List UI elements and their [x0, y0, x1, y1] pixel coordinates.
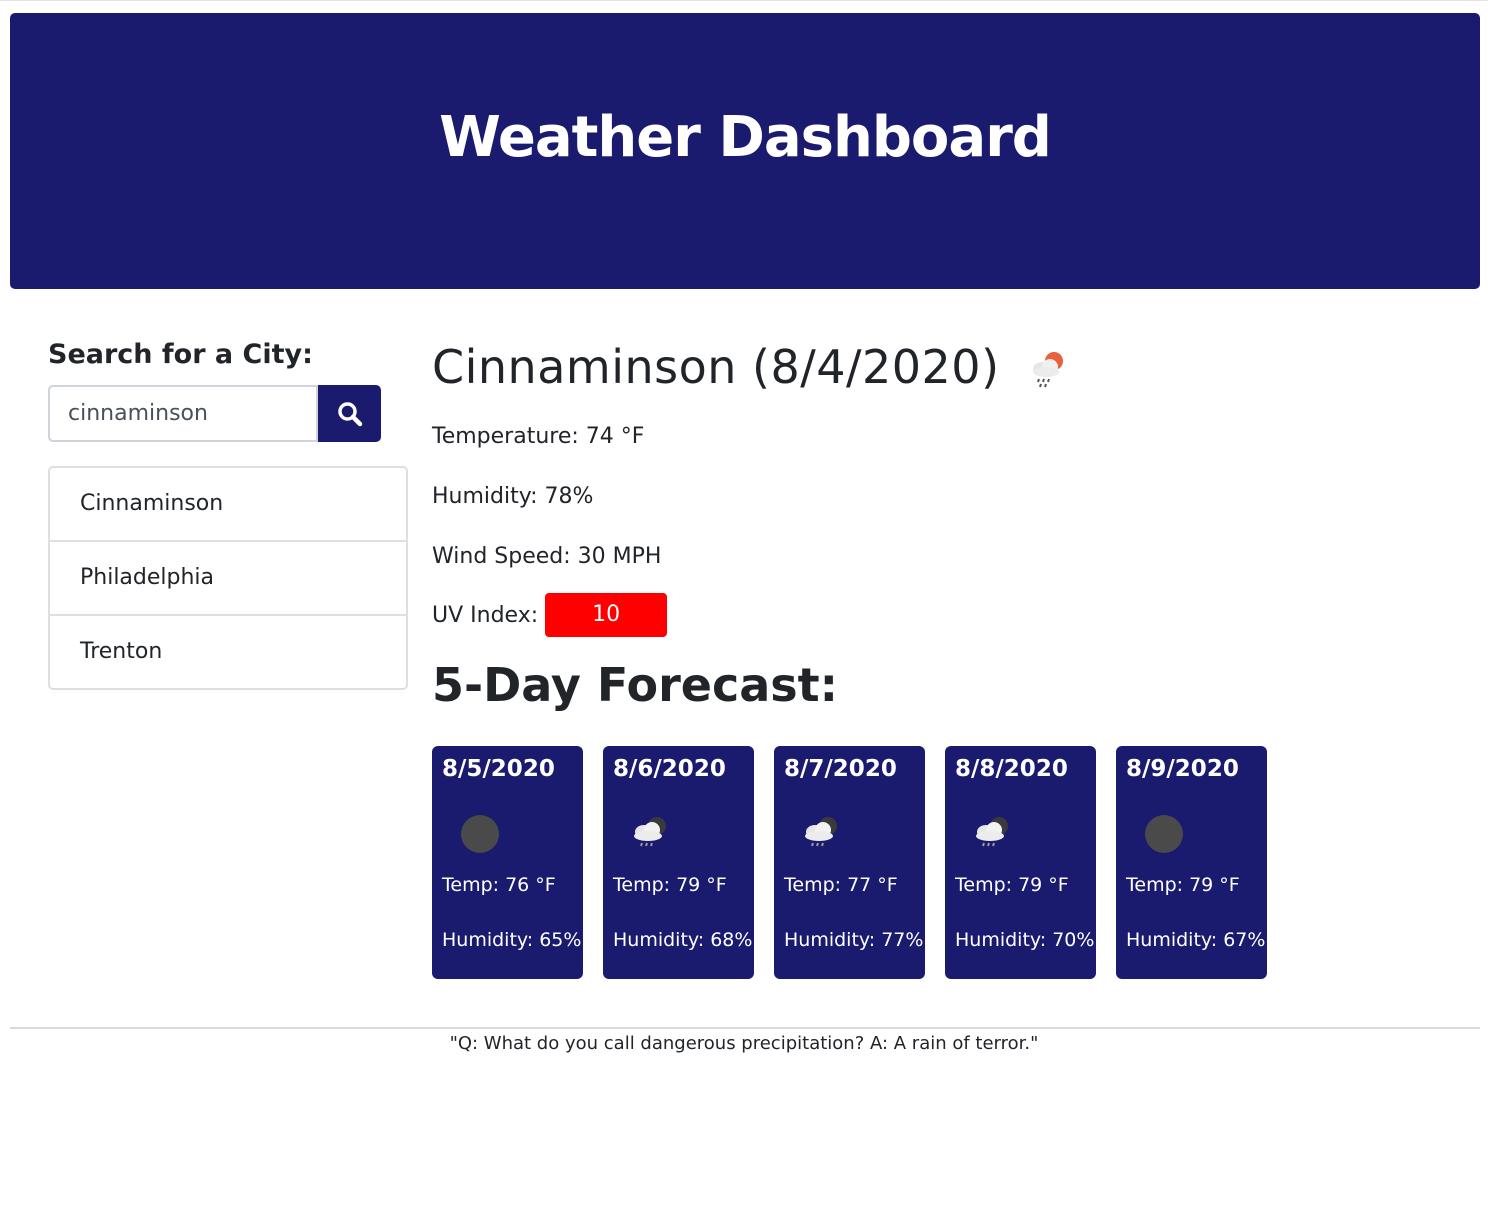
- rain-cloud-moon-icon: [967, 808, 1019, 864]
- forecast-temp: Temp: 79 °F: [1126, 874, 1240, 896]
- city-title: Cinnaminson (8/4/2020): [432, 340, 1000, 394]
- current-wind-speed: Wind Speed: 30 MPH: [432, 544, 662, 569]
- forecast-date: 8/8/2020: [955, 756, 1068, 782]
- search-label: Search for a City:: [48, 339, 313, 370]
- forecast-card: 8/8/2020 Temp: 79 °F Humidity: 70%: [945, 746, 1096, 979]
- uv-index-badge: 10: [545, 593, 668, 637]
- current-humidity: Humidity: 78%: [432, 484, 594, 509]
- search-button[interactable]: [318, 385, 381, 442]
- forecast-humidity: Humidity: 68%: [613, 929, 753, 951]
- forecast-humidity: Humidity: 70%: [955, 929, 1095, 951]
- forecast-card: 8/9/2020 Temp: 79 °F Humidity: 67%: [1116, 746, 1267, 979]
- forecast-humidity: Humidity: 77%: [784, 929, 924, 951]
- forecast-card: 8/6/2020 Temp: 79 °F Humidity: 68%: [603, 746, 754, 979]
- history-item-philadelphia[interactable]: Philadelphia: [50, 542, 406, 616]
- forecast-temp: Temp: 79 °F: [613, 874, 727, 896]
- forecast-date: 8/5/2020: [442, 756, 555, 782]
- city-heading-row: Cinnaminson (8/4/2020): [432, 340, 1072, 394]
- top-divider: [0, 0, 1488, 1]
- footer-quote: "Q: What do you call dangerous precipita…: [449, 1033, 1039, 1054]
- forecast-card: 8/5/2020 Temp: 76 °F Humidity: 65%: [432, 746, 583, 979]
- rain-cloud-moon-icon: [625, 808, 677, 864]
- uv-index-row: UV Index: 10: [432, 593, 668, 637]
- forecast-date: 8/9/2020: [1126, 756, 1239, 782]
- forecast-humidity: Humidity: 65%: [442, 929, 582, 951]
- uv-index-label: UV Index:: [432, 602, 539, 628]
- footer-divider: [10, 1027, 1480, 1029]
- forecast-humidity: Humidity: 67%: [1126, 929, 1266, 951]
- rain-cloud-moon-icon: [796, 808, 848, 864]
- forecast-date: 8/7/2020: [784, 756, 897, 782]
- search-history-list: Cinnaminson Philadelphia Trenton: [48, 466, 408, 690]
- moon-icon: [1138, 808, 1190, 864]
- rain-cloud-sun-icon: [1024, 345, 1072, 397]
- history-item-cinnaminson[interactable]: Cinnaminson: [50, 468, 406, 542]
- header-banner: Weather Dashboard: [10, 13, 1480, 289]
- page-title: Weather Dashboard: [439, 104, 1052, 170]
- forecast-temp: Temp: 76 °F: [442, 874, 556, 896]
- moon-icon: [454, 808, 506, 864]
- forecast-temp: Temp: 77 °F: [784, 874, 898, 896]
- forecast-card: 8/7/2020 Temp: 77 °F Humidity: 77%: [774, 746, 925, 979]
- forecast-date: 8/6/2020: [613, 756, 726, 782]
- search-input[interactable]: [48, 385, 318, 442]
- forecast-temp: Temp: 79 °F: [955, 874, 1069, 896]
- search-icon: [337, 401, 362, 426]
- forecast-title: 5-Day Forecast:: [432, 658, 839, 712]
- current-temperature: Temperature: 74 °F: [432, 424, 645, 449]
- history-item-trenton[interactable]: Trenton: [50, 616, 406, 688]
- forecast-cards: 8/5/2020 Temp: 76 °F Humidity: 65% 8/6/2…: [432, 746, 1267, 979]
